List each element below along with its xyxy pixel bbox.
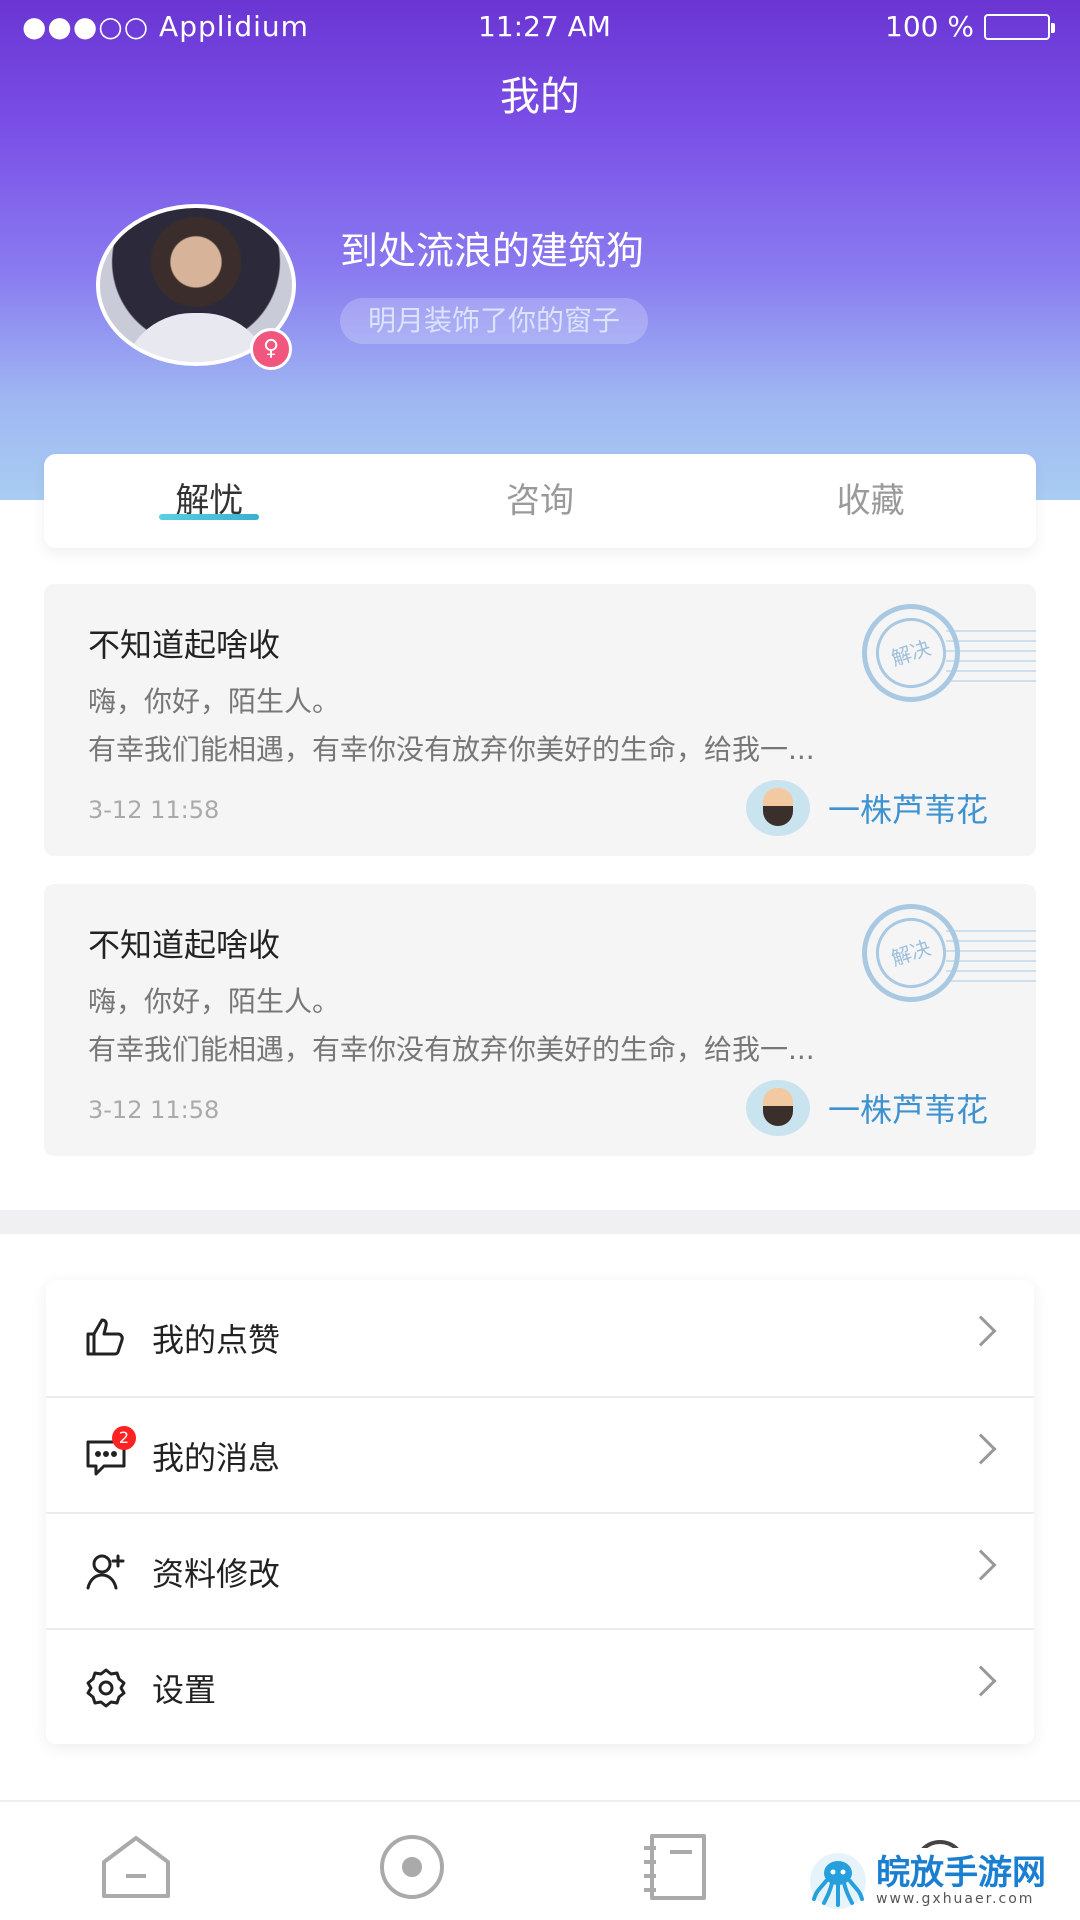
menu-label: 我的点赞 (152, 1321, 281, 1359)
carrier-label: ●●●○○ Applidium (22, 10, 309, 43)
battery-icon (984, 13, 1055, 40)
post-greeting: 嗨，你好，陌生人。 (88, 685, 341, 718)
username: 到处流浪的建筑狗 (340, 229, 645, 273)
menu-label: 资料修改 (152, 1555, 281, 1593)
notebook-icon[interactable] (638, 1832, 714, 1902)
home-icon[interactable] (98, 1832, 174, 1902)
post-author[interactable]: 一株芦苇花 (745, 1080, 988, 1136)
menu-item-messages[interactable]: 2 我的消息 (46, 1398, 1034, 1514)
tab-shoucang[interactable]: 收藏 (705, 454, 1036, 548)
settings-menu: 我的点赞 2 我的消息 资料修改 设置 (46, 1280, 1034, 1744)
post-time: 3-12 11:58 (88, 1096, 220, 1124)
menu-item-settings[interactable]: 设置 (46, 1630, 1034, 1746)
author-avatar (745, 780, 810, 836)
stamp-label: 解决 (866, 908, 956, 998)
post-author[interactable]: 一株芦苇花 (745, 780, 988, 836)
post-card[interactable]: 解决 不知道起啥收 嗨，你好，陌生人。 有幸我们能相遇，有幸你没有放弃你美好的生… (44, 884, 1036, 1156)
tab-jieyou[interactable]: 解忧 (44, 454, 375, 548)
post-greeting: 嗨，你好，陌生人。 (88, 985, 341, 1018)
battery-status: 100 % (885, 10, 1055, 43)
motto-badge: 明月装饰了你的窗子 (340, 298, 649, 344)
post-title: 不知道起啥收 (88, 626, 281, 664)
chevron-right-icon (965, 1665, 997, 1697)
resolved-stamp-icon: 解决 (862, 604, 960, 702)
user-add-icon (84, 1550, 128, 1594)
octopus-logo-icon (808, 1851, 868, 1911)
menu-label: 设置 (152, 1671, 217, 1709)
tab-bar: 解忧 咨询 收藏 (44, 454, 1036, 548)
chevron-right-icon (965, 1549, 997, 1581)
post-card[interactable]: 解决 不知道起啥收 嗨，你好，陌生人。 有幸我们能相遇，有幸你没有放弃你美好的生… (44, 584, 1036, 856)
post-title: 不知道起啥收 (88, 926, 281, 964)
resolved-stamp-icon: 解决 (862, 904, 960, 1002)
chevron-right-icon (965, 1315, 997, 1347)
chevron-right-icon (965, 1433, 997, 1465)
author-avatar (745, 1080, 810, 1136)
page-title: 我的 (500, 74, 580, 120)
battery-percent: 100 % (885, 10, 974, 43)
menu-item-edit-profile[interactable]: 资料修改 (46, 1514, 1034, 1630)
stamp-label: 解决 (866, 608, 956, 698)
menu-item-likes[interactable]: 我的点赞 (46, 1280, 1034, 1396)
thumbs-up-icon (84, 1316, 128, 1360)
author-name: 一株芦苇花 (827, 1091, 988, 1129)
watermark-url: www.gxhuaer.com (876, 1891, 1035, 1907)
message-icon: 2 (84, 1426, 136, 1478)
female-icon: ♀ (250, 328, 292, 370)
watermark-title: 皖放手游网 (876, 1853, 1046, 1893)
author-name: 一株芦苇花 (827, 791, 988, 829)
discover-icon[interactable] (374, 1832, 450, 1902)
status-bar: ●●●○○ Applidium 11:27 AM 100 % (0, 6, 1080, 50)
menu-label: 我的消息 (152, 1439, 281, 1477)
clock: 11:27 AM (478, 10, 611, 43)
post-excerpt: 有幸我们能相遇，有幸你没有放弃你美好的生命，给我一... (88, 1033, 815, 1066)
post-time: 3-12 11:58 (88, 796, 220, 824)
watermark: 皖放手游网 www.gxhuaer.com (802, 1848, 1072, 1914)
tab-zixun[interactable]: 咨询 (375, 454, 706, 548)
section-divider (0, 1210, 1080, 1234)
unread-badge: 2 (112, 1426, 136, 1450)
post-excerpt: 有幸我们能相遇，有幸你没有放弃你美好的生命，给我一... (88, 733, 815, 766)
gear-icon (84, 1666, 128, 1710)
